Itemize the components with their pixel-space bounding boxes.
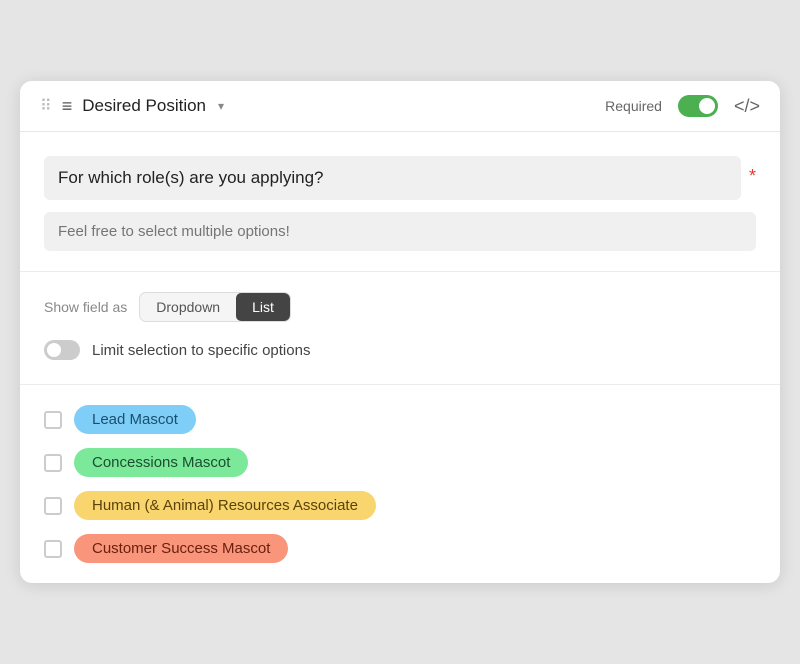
code-embed-icon[interactable]: </> (734, 96, 760, 117)
required-label: Required (605, 98, 662, 114)
header-left: ⠿ ≡ Desired Position ▾ (40, 96, 224, 117)
question-input[interactable] (44, 156, 741, 200)
limit-selection-toggle[interactable] (44, 340, 80, 360)
option-tag-3[interactable]: Human (& Animal) Resources Associate (74, 491, 376, 520)
show-field-label: Show field as (44, 299, 127, 315)
drag-handle-icon[interactable]: ⠿ (40, 96, 52, 116)
description-input[interactable] (44, 212, 756, 251)
field-editor-card: ⠿ ≡ Desired Position ▾ Required </> * Sh… (20, 81, 780, 583)
list-btn[interactable]: List (236, 293, 290, 321)
field-title: Desired Position (82, 96, 206, 116)
field-type-icon: ≡ (62, 96, 73, 117)
question-row: * (44, 156, 756, 200)
toggle-slider (678, 95, 718, 117)
header-right: Required </> (605, 95, 760, 117)
option-tag-4[interactable]: Customer Success Mascot (74, 534, 288, 563)
show-field-row: Show field as Dropdown List (44, 292, 756, 322)
limit-selection-label: Limit selection to specific options (92, 342, 310, 359)
option-tag-2[interactable]: Concessions Mascot (74, 448, 248, 477)
required-star: * (749, 166, 756, 187)
option-row: Lead Mascot (44, 405, 756, 434)
option-row: Human (& Animal) Resources Associate (44, 491, 756, 520)
small-slider (44, 340, 80, 360)
divider-2 (20, 384, 780, 385)
dropdown-btn[interactable]: Dropdown (140, 293, 236, 321)
divider-1 (20, 271, 780, 272)
display-toggle-group: Dropdown List (139, 292, 291, 322)
limit-selection-row: Limit selection to specific options (44, 340, 756, 360)
option-checkbox-1[interactable] (44, 411, 62, 429)
option-row: Customer Success Mascot (44, 534, 756, 563)
option-tag-1[interactable]: Lead Mascot (74, 405, 196, 434)
card-body: * Show field as Dropdown List Limit sele… (20, 132, 780, 583)
card-header: ⠿ ≡ Desired Position ▾ Required </> (20, 81, 780, 132)
required-toggle[interactable] (678, 95, 718, 117)
option-checkbox-3[interactable] (44, 497, 62, 515)
options-list: Lead Mascot Concessions Mascot Human (& … (44, 405, 756, 563)
option-row: Concessions Mascot (44, 448, 756, 477)
chevron-down-icon[interactable]: ▾ (218, 99, 224, 113)
option-checkbox-4[interactable] (44, 540, 62, 558)
option-checkbox-2[interactable] (44, 454, 62, 472)
